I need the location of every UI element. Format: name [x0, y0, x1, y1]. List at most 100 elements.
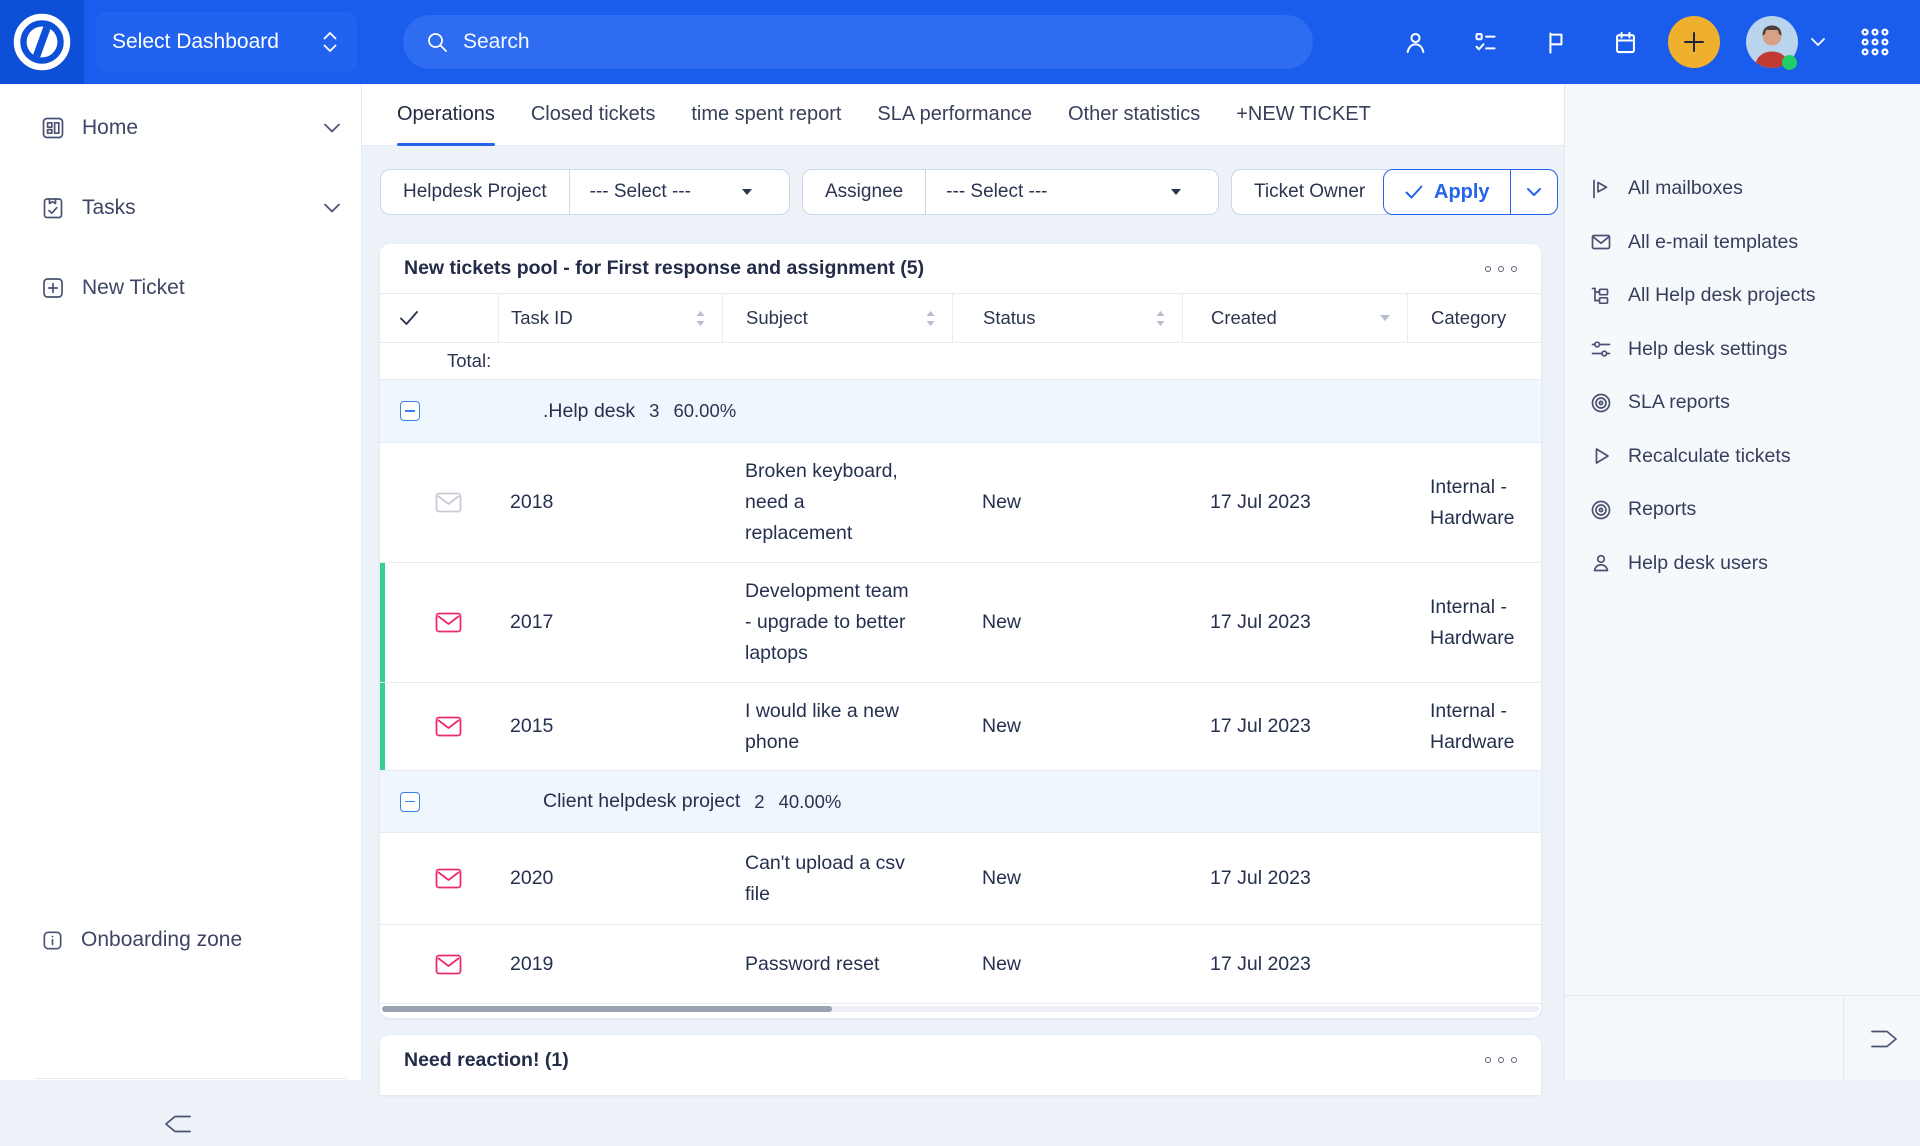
user-avatar[interactable]: [1746, 16, 1798, 68]
group-percent: 60.00%: [673, 400, 736, 422]
cell-task-id: 2020: [498, 833, 722, 924]
sidebar-item-tasks[interactable]: Tasks: [0, 180, 362, 236]
table-row[interactable]: 2015 I would like a new phone New 17 Jul…: [380, 683, 1541, 771]
topbar-actions: [1380, 0, 1920, 84]
cell-status: New: [952, 925, 1182, 1003]
checklist-icon: [1472, 29, 1499, 56]
main-content: Operations Closed tickets time spent rep…: [362, 84, 1564, 1080]
column-header-status[interactable]: Status: [952, 294, 1182, 342]
column-header-created[interactable]: Created: [1182, 294, 1407, 342]
filter-ticket-owner: Ticket Owner: [1231, 169, 1395, 215]
panel-title: New tickets pool - for First response an…: [404, 257, 924, 280]
table-row[interactable]: 2017 Development team - upgrade to bette…: [380, 563, 1541, 683]
cell-category: [1407, 833, 1541, 924]
panel-menu-button[interactable]: [1485, 1057, 1517, 1063]
envelope-unread-icon: [435, 954, 462, 975]
person-icon: [1402, 29, 1429, 56]
menu-item-email-templates[interactable]: All e-mail templates: [1565, 216, 1920, 270]
collapse-group-button[interactable]: [400, 401, 420, 421]
tab-closed-tickets[interactable]: Closed tickets: [531, 84, 656, 146]
add-new-button[interactable]: [1668, 16, 1720, 68]
todo-list-button[interactable]: [1450, 29, 1520, 56]
sidebar-item-onboarding[interactable]: Onboarding zone: [0, 912, 362, 968]
menu-item-helpdesk-settings[interactable]: Help desk settings: [1565, 323, 1920, 377]
panel-header: New tickets pool - for First response an…: [380, 244, 1541, 294]
project-select[interactable]: --- Select ---: [570, 181, 789, 203]
assignee-select[interactable]: --- Select ---: [926, 181, 1218, 203]
apps-menu-button[interactable]: [1858, 25, 1892, 59]
cell-task-id: 2018: [498, 443, 722, 562]
tab-time-spent-report[interactable]: time spent report: [691, 84, 841, 146]
dashboard-selector[interactable]: Select Dashboard: [96, 12, 357, 72]
group-percent: 40.00%: [779, 791, 842, 813]
tab-other-statistics[interactable]: Other statistics: [1068, 84, 1200, 146]
grid-dots-icon: [1858, 25, 1892, 59]
cell-task-id: 2019: [498, 925, 722, 1003]
tab-operations[interactable]: Operations: [397, 84, 495, 146]
chevron-down-icon[interactable]: [322, 202, 342, 214]
flags-button[interactable]: [1520, 29, 1590, 56]
account-menu-button[interactable]: [1810, 37, 1826, 47]
sort-icon: [1155, 310, 1166, 327]
cell-subject: I would like a new phone: [722, 683, 952, 770]
collapse-sidebar-button[interactable]: [150, 1102, 210, 1146]
group-count: 3: [649, 400, 659, 422]
panel-menu-button[interactable]: [1485, 266, 1517, 272]
left-sidebar: Home Tasks New Ticket Onboarding zone: [0, 84, 362, 1080]
menu-item-helpdesk-projects[interactable]: All Help desk projects: [1565, 269, 1920, 323]
group-row-help-desk: .Help desk 3 60.00%: [380, 380, 1541, 443]
cell-created: 17 Jul 2023: [1182, 833, 1407, 924]
cell-subject: Broken keyboard, need a replacement: [722, 443, 952, 562]
table-row[interactable]: 2020 Can't upload a csv file New 17 Jul …: [380, 833, 1541, 925]
right-sidebar-divider: [1843, 995, 1844, 1080]
panel-title: Need reaction! (1): [404, 1049, 569, 1072]
apply-button-group: Apply: [1383, 169, 1558, 215]
total-label: Total:: [380, 350, 491, 372]
dropdown-caret-icon: [741, 188, 769, 196]
menu-item-all-mailboxes[interactable]: All mailboxes: [1565, 162, 1920, 216]
table-scrollbar-thumb[interactable]: [382, 1006, 832, 1012]
table-row[interactable]: 2018 Broken keyboard, need a replacement…: [380, 443, 1541, 563]
chevron-down-icon[interactable]: [322, 122, 342, 134]
column-header-subject[interactable]: Subject: [722, 294, 952, 342]
need-reaction-panel: Need reaction! (1): [380, 1035, 1541, 1095]
dashboard-icon: [40, 115, 66, 141]
filter-bar: Helpdesk Project --- Select --- Assignee…: [362, 146, 1564, 226]
dropdown-caret-icon: [1170, 188, 1198, 196]
column-header-task-id[interactable]: Task ID: [498, 294, 722, 342]
plus-icon: [1680, 28, 1708, 56]
search-input[interactable]: [463, 30, 1291, 54]
expand-panel-button[interactable]: [1851, 1014, 1913, 1064]
apply-options-button[interactable]: [1510, 170, 1557, 214]
table-row[interactable]: 2019 Password reset New 17 Jul 2023: [380, 925, 1541, 1004]
collapse-group-button[interactable]: [400, 792, 420, 812]
apply-button[interactable]: Apply: [1384, 170, 1510, 214]
right-sidebar: All mailboxes All e-mail templates All H…: [1564, 84, 1920, 1080]
search-icon: [425, 30, 449, 54]
sort-icon: [925, 310, 936, 327]
cell-category: Internal - Hardware: [1407, 683, 1541, 770]
profile-button[interactable]: [1380, 29, 1450, 56]
menu-item-helpdesk-users[interactable]: Help desk users: [1565, 537, 1920, 591]
group-count: 2: [754, 791, 764, 813]
app-logo[interactable]: [0, 0, 84, 84]
menu-item-sla-reports[interactable]: SLA reports: [1565, 376, 1920, 430]
cell-status: New: [952, 443, 1182, 562]
filter-label: Helpdesk Project: [381, 181, 569, 203]
sidebar-item-new-ticket[interactable]: New Ticket: [0, 260, 362, 316]
tab-new-ticket[interactable]: +NEW TICKET: [1236, 84, 1371, 146]
sidebar-item-home[interactable]: Home: [0, 100, 362, 156]
collapse-left-icon: [161, 1111, 199, 1137]
select-all-header[interactable]: [380, 294, 498, 342]
column-header-category[interactable]: Category: [1407, 294, 1541, 342]
menu-item-reports[interactable]: Reports: [1565, 483, 1920, 537]
search-bar[interactable]: [403, 15, 1313, 69]
tab-sla-performance[interactable]: SLA performance: [877, 84, 1032, 146]
helpdesk-menu: All mailboxes All e-mail templates All H…: [1565, 162, 1920, 590]
cell-subject: Password reset: [722, 925, 952, 1003]
flag-icon: [1542, 29, 1569, 56]
menu-item-recalculate-tickets[interactable]: Recalculate tickets: [1565, 430, 1920, 484]
dashboard-selector-label: Select Dashboard: [112, 30, 279, 54]
cell-subject: Development team - upgrade to better lap…: [722, 563, 952, 682]
calendar-button[interactable]: [1590, 29, 1660, 56]
